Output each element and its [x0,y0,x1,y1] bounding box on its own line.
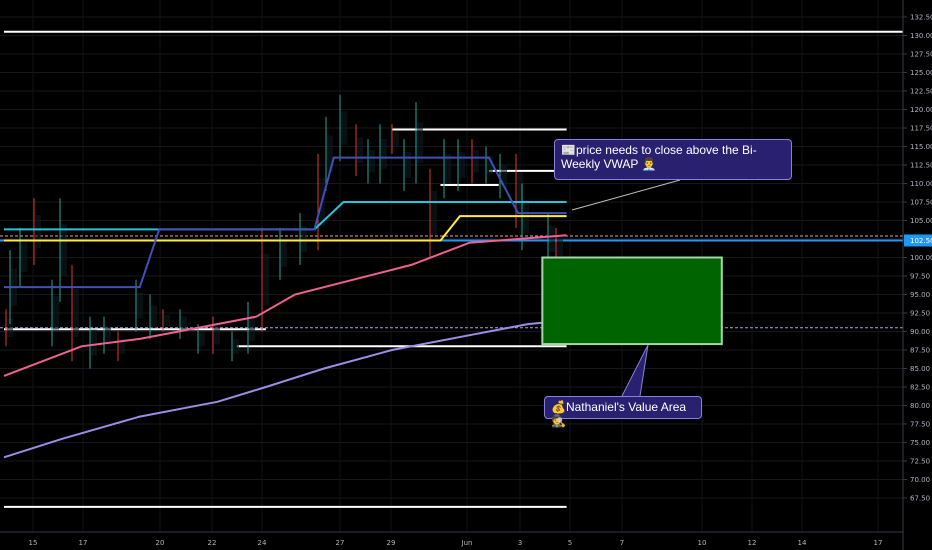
series-lines [3,156,567,459]
volume-profile [381,139,387,169]
y-tick-label: 70.00 [910,476,930,484]
volume-profile [405,152,411,178]
x-tick-label: 14 [798,539,807,547]
volume-profile [164,314,170,326]
volume-profile [91,329,97,356]
y-tick-label: 132.50 [910,14,932,22]
y-tick-label: 125.00 [910,69,932,77]
x-tick-label: 22 [208,539,217,547]
volume-profile [369,150,375,173]
chart-canvas[interactable]: 132.50 130.00 127.50 125.00 122.50 120.00 117.… [0,0,932,550]
volume-profile [53,296,59,330]
series-line-1 [3,319,567,459]
volume-profile [151,305,157,328]
volume-profile [73,288,79,338]
y-tick-label: 122.50 [910,88,932,96]
y-tick-label: 105.00 [910,217,932,225]
series-line-3 [4,215,567,242]
x-tick-label: 27 [336,539,345,547]
y-tick-label: 77.50 [910,421,930,429]
y-tick-label: 130.00 [910,32,932,40]
pointer-line [571,179,681,211]
x-tick-label: 24 [258,539,267,547]
y-tick-label: 117.50 [910,125,932,133]
x-tick-label: 29 [387,539,396,547]
pointer-tail [621,344,649,397]
x-axis[interactable]: 15 17 20 22 24 27 29 Jun 3 5 7 10 12 14 17 [0,531,903,547]
volume-profile [21,242,27,273]
volume-profile [549,226,555,252]
grid-lines [0,0,903,532]
volume-profile [281,240,287,267]
x-tick-label: 17 [874,539,883,547]
y-tick-label: 75.00 [910,439,930,447]
vwap-callout[interactable]: 📰price needs to close above the Bi-Weekl… [554,139,792,180]
volume-profile [557,237,563,256]
volume-profile [393,131,399,147]
horizontal-levels [0,30,903,508]
y-tick-label: 100.00 [910,254,932,262]
price-candles [5,94,563,369]
y-tick-label: 67.50 [910,495,930,503]
x-tick-label: 5 [568,539,572,547]
y-tick-label: 80.00 [910,402,930,410]
volume-profile [35,214,41,249]
value-area-box [541,256,723,346]
y-tick-label: 97.50 [910,273,930,281]
volume-profile [473,150,479,173]
value-area-callout[interactable]: 💰Nathaniel's Value Area🕵 [544,396,702,428]
x-tick-label: 10 [698,539,707,547]
y-tick-label: 110.00 [910,180,932,188]
volume-profile [341,111,347,145]
y-tick-label: 120.00 [910,106,932,114]
volume-profile [431,190,437,236]
y-tick-label: 112.50 [910,162,932,170]
x-tick-label: 3 [518,539,522,547]
y-tick-label: 90.00 [910,328,930,336]
y-tick-label: 115.00 [910,143,932,151]
x-tick-label: 15 [29,539,38,547]
volume-profile [137,292,143,319]
y-tick-label: 85.00 [910,365,930,373]
y-tick-label: 72.50 [910,458,930,466]
x-tick-label: Jun [461,539,473,547]
current-price-label: 102.50 [910,237,932,245]
volume-profile [214,325,220,345]
volume-profile [459,152,465,178]
vwap-callout-text: 📰price needs to close above the Bi-Weekl… [561,143,757,171]
y-tick-label: 107.50 [910,199,932,207]
x-tick-label: 7 [620,539,624,547]
volume-profile [233,338,239,354]
volume-profile [61,224,67,276]
y-tick-label: 92.50 [910,310,930,318]
x-tick-label: 20 [156,539,165,547]
y-tick-label: 82.50 [910,384,930,392]
volume-profile [263,253,269,306]
volume-profile [199,331,205,347]
y-axis[interactable]: 132.50 130.00 127.50 125.00 122.50 120.00 117.… [902,0,932,550]
y-tick-label: 95.00 [910,291,930,299]
y-tick-label: 87.50 [910,347,930,355]
y-tick-label: 127.50 [910,51,932,59]
series-line-4 [4,156,567,289]
value-area-rect [541,256,723,346]
volume-profile [357,137,363,164]
x-tick-label: 17 [79,539,88,547]
x-tick-label: 12 [748,539,757,547]
